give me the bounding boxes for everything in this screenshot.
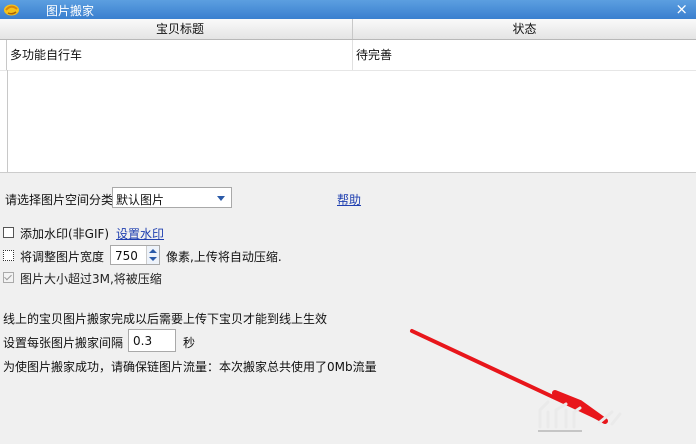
annotation-arrow bbox=[410, 329, 622, 432]
